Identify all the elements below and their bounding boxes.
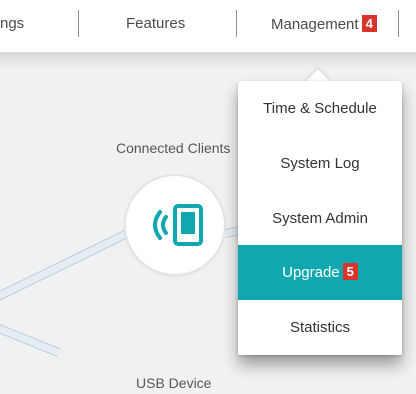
top-navigation-bar: ngs Features Management 4 [0,0,416,53]
connected-clients-label: Connected Clients [116,140,231,156]
menu-item-upgrade-label: Upgrade [282,264,340,281]
step-badge: 5 [342,263,358,280]
usb-device-label: USB Device [136,375,212,391]
nav-management-label: Management [271,16,359,33]
step-badge: 4 [361,15,377,32]
nav-settings[interactable]: ngs [0,15,24,32]
nav-features[interactable]: Features [126,15,185,32]
nav-separator [78,10,79,37]
management-dropdown-menu: Time & Schedule System Log System Admin … [238,81,402,355]
menu-item-system-log[interactable]: System Log [238,136,402,191]
menu-item-system-admin[interactable]: System Admin [238,191,402,246]
nav-management[interactable]: Management 4 [271,15,377,33]
nav-separator [236,10,237,37]
header-shadow [0,53,416,69]
wireless-tablet-icon [153,204,203,246]
menu-item-time-schedule[interactable]: Time & Schedule [238,81,402,136]
menu-item-upgrade[interactable]: Upgrade 5 [238,245,402,300]
connected-clients-node[interactable] [126,176,224,274]
menu-item-statistics[interactable]: Statistics [238,300,402,355]
nav-separator [398,10,399,37]
